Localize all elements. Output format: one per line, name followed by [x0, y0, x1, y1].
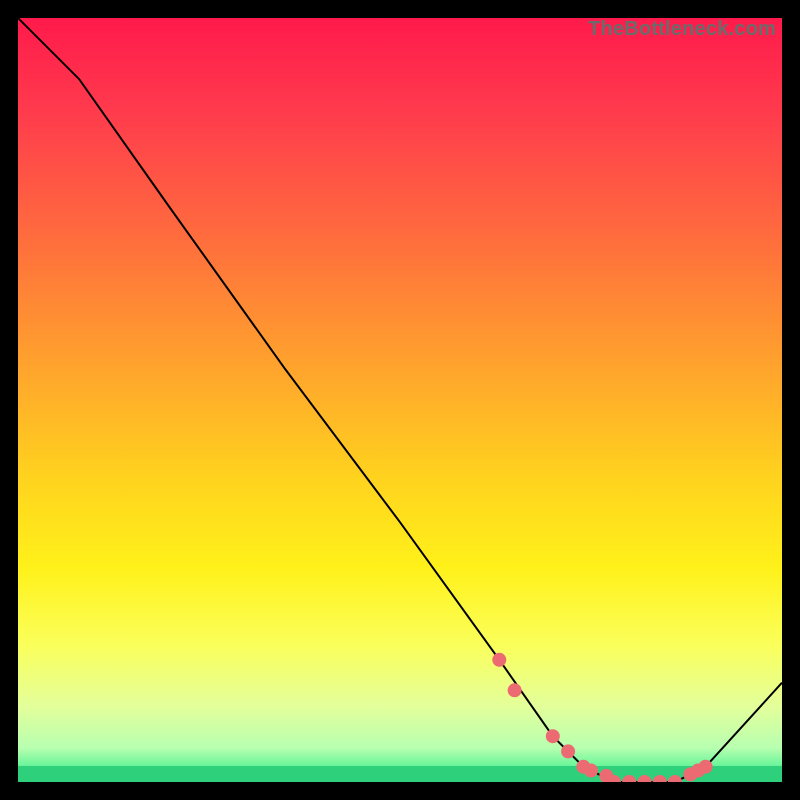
- data-marker: [669, 776, 682, 783]
- data-marker: [623, 776, 636, 783]
- data-marker: [585, 764, 598, 777]
- data-marker: [546, 730, 559, 743]
- data-marker: [508, 684, 521, 697]
- data-marker: [653, 776, 666, 783]
- data-marker: [562, 745, 575, 758]
- data-marker: [493, 653, 506, 666]
- watermark-text: TheBottleneck.com: [588, 18, 776, 41]
- data-marker: [699, 760, 712, 773]
- bottleneck-curve: [18, 18, 782, 782]
- plot-area: TheBottleneck.com: [18, 18, 782, 782]
- chart-frame: TheBottleneck.com: [0, 0, 800, 800]
- curve-path: [18, 18, 782, 782]
- marker-group: [493, 653, 712, 782]
- data-marker: [638, 776, 651, 783]
